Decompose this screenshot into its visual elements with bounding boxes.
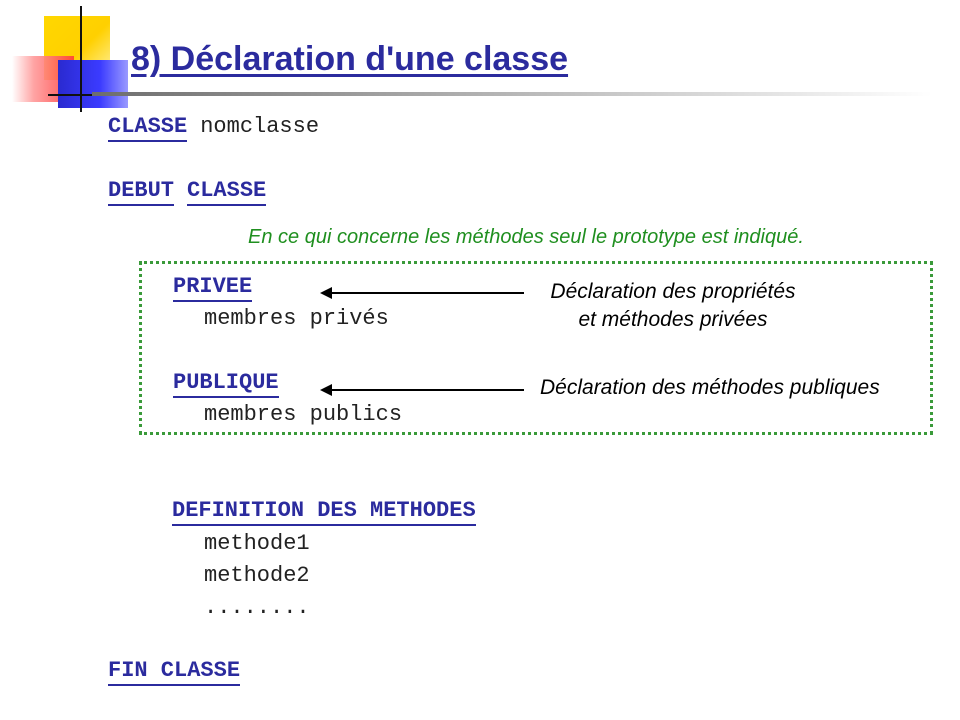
arrow-public <box>320 384 524 396</box>
public-members-text: membres publics <box>204 402 403 427</box>
keyword-publique: PUBLIQUE <box>173 370 279 398</box>
keyword-privee: PRIVEE <box>173 274 253 302</box>
keyword-debut: DEBUT <box>108 178 175 206</box>
logo-blue-square <box>58 60 128 108</box>
keyword-classe: CLASSE <box>108 114 188 142</box>
keyword-privee-line: PRIVEE <box>173 274 253 302</box>
method-ellipsis: ........ <box>204 595 310 620</box>
title-rule <box>92 92 932 96</box>
prototype-note: En ce qui concerne les méthodes seul le … <box>248 226 804 248</box>
definition-line: DEFINITION DES METHODES <box>172 498 476 526</box>
private-annotation: Déclaration des propriétés et méthodes p… <box>528 278 818 334</box>
keyword-publique-line: PUBLIQUE <box>173 370 279 398</box>
keyword-definition-des-methodes: DEFINITION DES METHODES <box>172 498 476 526</box>
arrow-private <box>320 287 524 299</box>
method-item: methode1 <box>204 531 310 556</box>
keyword-debut-classe: CLASSE <box>187 178 267 206</box>
line-debut-classe: DEBUT CLASSE <box>108 178 267 206</box>
line-classe: CLASSE nomclasse <box>108 114 320 142</box>
logo-vertical-line <box>80 6 82 112</box>
private-annotation-line2: et méthodes privées <box>578 308 768 331</box>
private-annotation-line1: Déclaration des propriétés <box>550 280 796 303</box>
public-annotation: Déclaration des méthodes publiques <box>540 376 880 399</box>
method-item: methode2 <box>204 563 310 588</box>
keyword-fin-classe: FIN CLASSE <box>108 658 241 686</box>
private-members-text: membres privés <box>204 306 389 331</box>
slide-title: 8) Déclaration d'une classe <box>131 40 569 78</box>
corner-logo <box>0 0 130 120</box>
class-name-text: nomclasse <box>200 114 320 139</box>
line-fin-classe: FIN CLASSE <box>108 658 241 686</box>
